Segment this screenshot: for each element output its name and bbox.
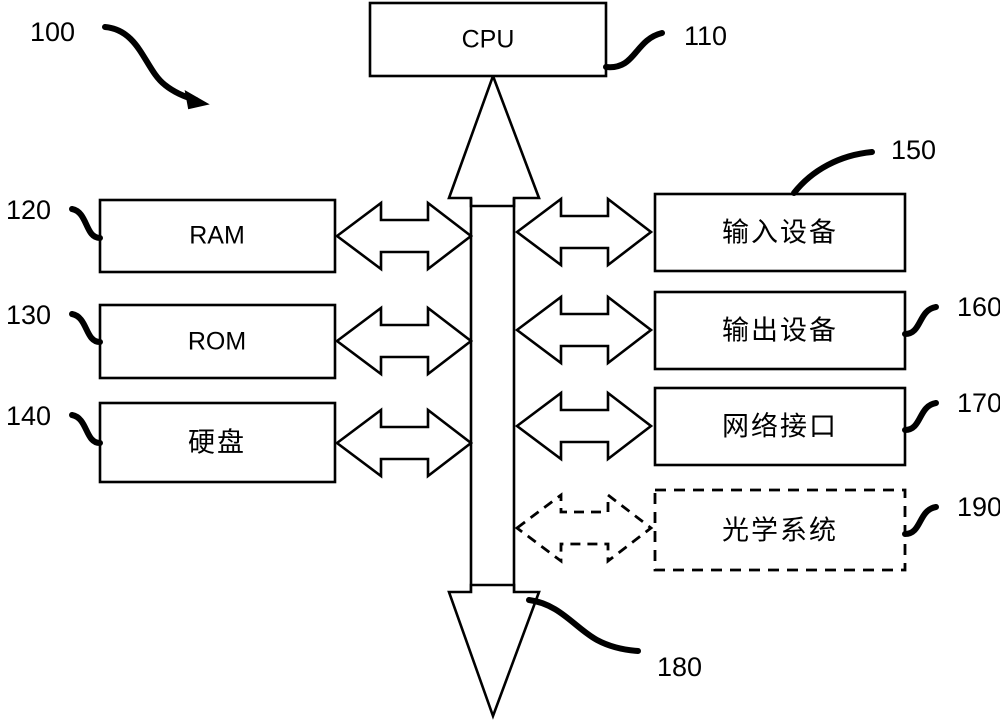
rom-label: ROM bbox=[188, 328, 246, 356]
ram-bus-arrow bbox=[334, 200, 474, 272]
optical-system-leader-line bbox=[902, 504, 939, 537]
figure-canvas: CPU 110 100 RAM 120 ROM 130 硬盘 140 输入设备 … bbox=[0, 0, 1000, 720]
output-device-leader-line bbox=[902, 304, 939, 337]
ram-label: RAM bbox=[189, 222, 245, 250]
hard-disk-ref-number: 140 bbox=[6, 401, 51, 431]
bus-leader-line bbox=[526, 597, 641, 654]
optical-system-bus-arrow bbox=[514, 492, 654, 564]
hard-disk-block: 硬盘 bbox=[98, 401, 337, 484]
rom-ref-number: 130 bbox=[6, 300, 51, 330]
input-device-ref-number: 150 bbox=[891, 135, 936, 165]
hard-disk-bus-arrow bbox=[334, 407, 474, 479]
network-interface-ref-number: 170 bbox=[957, 388, 1000, 418]
ram-ref-number: 120 bbox=[6, 195, 51, 225]
rom-block: ROM bbox=[98, 303, 337, 380]
network-interface-label: 网络接口 bbox=[722, 412, 838, 443]
system-ref-number: 100 bbox=[30, 17, 75, 47]
optical-system-label: 光学系统 bbox=[722, 516, 838, 547]
rom-leader-line bbox=[69, 311, 103, 345]
output-device-bus-arrow bbox=[514, 294, 654, 366]
input-device-label: 输入设备 bbox=[722, 218, 838, 249]
bus-ref-number: 180 bbox=[657, 652, 702, 682]
output-device-ref-number: 160 bbox=[957, 292, 1000, 322]
network-interface-leader-line bbox=[902, 400, 939, 433]
system-bus bbox=[447, 72, 541, 720]
rom-bus-arrow bbox=[334, 305, 474, 377]
system-leader-arrowhead bbox=[184, 90, 210, 110]
cpu-block: CPU bbox=[368, 1, 608, 78]
optical-system-block: 光学系统 bbox=[653, 488, 907, 572]
ram-block: RAM bbox=[98, 198, 337, 274]
input-device-bus-arrow bbox=[514, 196, 654, 268]
bus-top-arrowhead bbox=[447, 72, 541, 208]
ram-leader-line bbox=[69, 206, 103, 241]
cpu-leader-line bbox=[603, 30, 665, 71]
output-device-label: 输出设备 bbox=[722, 316, 838, 347]
cpu-ref-number: 110 bbox=[684, 21, 727, 51]
hard-disk-leader-line bbox=[69, 412, 103, 446]
hard-disk-label: 硬盘 bbox=[188, 428, 246, 459]
network-interface-bus-arrow bbox=[514, 390, 654, 462]
block-diagram: CPU 110 100 RAM 120 ROM 130 硬盘 140 输入设备 … bbox=[6, 1, 1000, 720]
network-interface-block: 网络接口 bbox=[653, 386, 907, 467]
input-device-leader-line bbox=[791, 149, 875, 196]
input-device-block: 输入设备 bbox=[653, 192, 907, 273]
system-leader-arrow bbox=[102, 24, 199, 103]
output-device-block: 输出设备 bbox=[653, 290, 907, 371]
cpu-label: CPU bbox=[462, 26, 515, 54]
optical-system-ref-number: 190 bbox=[957, 492, 1000, 522]
bus-bottom-arrowhead bbox=[447, 583, 541, 720]
